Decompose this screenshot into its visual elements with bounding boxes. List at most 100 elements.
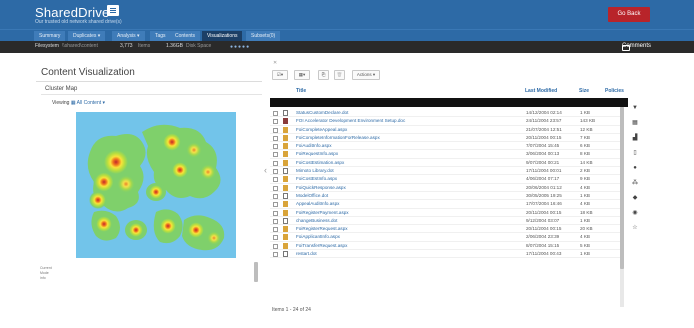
row-checkbox[interactable] [273,111,278,116]
close-icon[interactable]: ✕ [273,60,277,66]
row-checkbox[interactable] [273,185,278,191]
star-icon[interactable]: ☆ [630,221,640,236]
row-checkbox[interactable] [273,227,278,233]
actions-dropdown-button[interactable]: Actions ▾ [352,70,380,80]
tab-duplicates[interactable]: Duplicates ▾ [68,31,107,41]
row-title[interactable]: FoiRegisterRequest.aspx [296,226,348,231]
row-title[interactable]: FoiApplicantInfo.aspx [296,234,340,239]
table-row[interactable]: Mimoto Library.dot 17/11/2004 00:01 2 KB [270,167,622,176]
row-title[interactable]: FoiAuditInfo.aspx [296,143,332,148]
table-row[interactable]: restart.dot 17/11/2004 00:43 1 KB [270,250,622,259]
file-type-icon [283,126,288,133]
row-checkbox[interactable] [273,169,278,175]
record-icon[interactable]: ◉ [630,206,640,221]
row-title[interactable]: FoiCostEstInfo.aspx [296,176,337,181]
row-title[interactable]: FoiCompleteAppeal.aspx [296,127,347,132]
table-row[interactable]: AppealAuditInfo.aspx 17/07/2004 16:46 4 KB [270,200,622,209]
row-checkbox[interactable] [273,202,278,208]
row-title[interactable]: ModelOffice.dot [296,193,328,198]
cluster-heatmap[interactable] [76,112,236,258]
column-policies[interactable]: Policies [605,88,624,94]
table-row[interactable]: FoiTransferRequest.aspx 8/07/2004 15:15 5 … [270,242,622,251]
row-checkbox[interactable] [273,210,278,216]
row-title[interactable]: AppealAuditInfo.aspx [296,201,339,206]
bar-chart-icon[interactable]: ▟ [630,131,640,146]
row-title[interactable]: FoiRegisterPayment.aspx [296,210,349,215]
tab-visualizations[interactable]: Visualizations [202,31,244,41]
row-checkbox[interactable] [273,243,278,249]
select-dropdown-button[interactable]: ☑▾ [272,70,288,80]
viewing-selector[interactable]: Viewing ▦ All Content ▾ [52,100,105,106]
row-title[interactable]: FoiCompleteInformationForRelease.aspx [296,135,380,140]
row-checkbox[interactable] [273,177,278,183]
collapse-arrow-icon[interactable]: ‹ [264,165,267,175]
view-dropdown-button[interactable]: ▦▾ [294,70,310,80]
calendar-icon[interactable]: ▦ [630,116,640,131]
user-icon[interactable]: ● [630,161,640,176]
table-row[interactable]: FoiCostEstInfo.aspx 4/06/2004 07:17 9 KB [270,175,622,184]
row-checkbox[interactable] [273,160,278,166]
export-button[interactable]: ⎘ [318,70,329,80]
tab-contents[interactable]: Contents [170,31,202,41]
row-title[interactable]: FoiRequestInfo.aspx [296,151,338,156]
row-checkbox[interactable] [273,152,278,158]
group-icon[interactable]: ⁂ [630,176,640,191]
tab-summary[interactable]: Summary [34,31,67,41]
row-size: 18 KB [580,209,593,215]
table-row[interactable]: FoiRegisterRequest.aspx 20/11/2004 00:15 2… [270,225,622,234]
tab-subsets[interactable]: Subsets(0) [246,31,282,41]
go-back-button[interactable]: Go Back [608,7,650,22]
row-checkbox[interactable] [273,119,278,125]
row-title[interactable]: StatusCustomDeclare.dot [296,110,348,115]
file-type-icon [283,201,288,208]
items-label: Items [138,43,151,49]
table-row[interactable]: FoiApplicantInfo.aspx 2/06/2004 23:39 4 KB [270,233,622,242]
row-checkbox[interactable] [273,135,278,141]
column-last-modified[interactable]: Last Modified [525,88,557,94]
filter-icon[interactable]: ▼ [630,101,640,116]
table-row[interactable]: StatusCustomDeclare.dot 14/12/2004 02:14 1… [270,109,622,118]
row-title[interactable]: FoiTransferRequest.aspx [296,243,347,248]
row-title[interactable]: restart.dot [296,251,317,256]
row-title[interactable]: FoiCostEstimation.aspx [296,160,344,165]
row-checkbox[interactable] [273,218,278,224]
row-checkbox[interactable] [273,252,278,258]
table-row[interactable]: FoiAuditInfo.aspx 7/07/2004 15:45 6 KB [270,142,622,151]
row-title[interactable]: FoiQuickResponse.aspx [296,185,346,190]
scroll-thumb[interactable] [620,107,624,269]
left-scrollbar[interactable] [254,262,258,282]
row-modified: 21/07/2004 12:51 [526,126,562,132]
table-row[interactable]: FoiRequestInfo.aspx 3/06/2004 00:13 8 KB [270,150,622,159]
row-title[interactable]: Mimoto Library.dot [296,168,334,173]
row-size: 1 KB [580,110,590,115]
table-row[interactable]: ModelOffice.dot 30/05/2005 19:25 1 KB [270,192,622,201]
file-list-panel: ✕ ☑▾ ▦▾ ⎘ 🗑 Actions ▾ Title Last Modifie… [268,57,638,322]
tag-icon[interactable]: ◆ [630,191,640,206]
row-checkbox[interactable] [273,193,278,199]
table-row[interactable]: FoiCostEstimation.aspx 9/07/2004 00:21 14 … [270,159,622,168]
delete-button[interactable]: 🗑 [334,70,345,80]
row-title[interactable]: changeBusiness.dot [296,218,337,223]
column-size[interactable]: Size [579,88,589,94]
row-title[interactable]: FOI Accelerator Development Environment … [296,118,405,123]
comments-button[interactable]: Comments [622,43,651,51]
table-row[interactable]: FoiQuickResponse.aspx 20/06/2004 01:12 4 K… [270,184,622,192]
row-checkbox[interactable] [273,127,278,133]
row-checkbox[interactable] [273,144,278,150]
document-icon[interactable]: ▯ [630,146,640,161]
table-row[interactable]: FoiCompleteAppeal.aspx 21/07/2004 12:51 12… [270,126,622,134]
table-row[interactable]: FoiRegisterPayment.aspx 20/11/2004 00:15 1… [270,209,622,217]
tab-analysis[interactable]: Analysis ▾ [112,31,146,41]
table-row[interactable]: FOI Accelerator Development Environment … [270,117,622,126]
filesystem-value: \\shared\content [62,43,98,49]
hamburger-icon[interactable] [107,5,119,16]
column-title[interactable]: Title [296,88,306,94]
comment-icon [622,45,630,51]
tab-tags[interactable]: Tags [150,31,172,41]
grid-scrollbar[interactable] [620,107,624,307]
row-checkbox[interactable] [273,235,278,241]
table-row[interactable]: changeBusiness.dot 9/12/2004 03:07 1 KB [270,217,622,226]
row-modified: 8/07/2004 15:15 [526,242,560,248]
file-type-icon [283,217,288,224]
table-row[interactable]: FoiCompleteInformationForRelease.aspx 20/… [270,134,622,143]
